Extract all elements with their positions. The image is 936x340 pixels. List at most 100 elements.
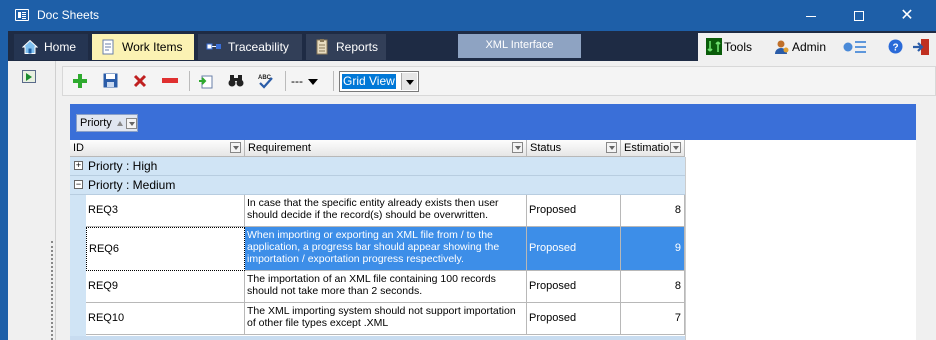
toolbar-separator-2	[285, 71, 286, 91]
group-indent	[70, 195, 86, 340]
column-header-requirement[interactable]: Requirement	[245, 140, 527, 157]
minimize-button[interactable]	[788, 0, 834, 31]
cell-requirement[interactable]: In case that the specific entity already…	[245, 195, 527, 227]
view-select-value: Grid View	[342, 74, 396, 89]
maximize-icon	[854, 11, 864, 22]
cell-id[interactable]: REQ9	[86, 271, 245, 303]
spellcheck-button[interactable]: ABC	[255, 70, 277, 92]
collapse-icon[interactable]: −	[74, 180, 83, 189]
filter-icon[interactable]	[125, 117, 137, 129]
app-icon	[15, 9, 29, 21]
remove-button[interactable]	[159, 70, 181, 92]
close-button[interactable]: ✕	[884, 0, 930, 31]
cell-estimation[interactable]: 9	[621, 227, 685, 271]
column-header-status[interactable]: Status	[527, 140, 621, 157]
spellcheck-icon: ABC	[258, 75, 273, 89]
dropdown-arrow-icon[interactable]	[401, 73, 417, 90]
cell-estimation[interactable]: 7	[621, 303, 685, 335]
tools-icon	[706, 38, 722, 55]
maximize-button[interactable]	[836, 0, 882, 31]
cell-estimation[interactable]: 8	[621, 271, 685, 303]
delete-icon	[133, 74, 147, 88]
cell-estimation[interactable]: 8	[621, 195, 685, 227]
grid-footer-band	[70, 336, 685, 340]
toolbar-separator	[189, 71, 190, 91]
group-by-chip[interactable]: Priorty	[76, 114, 138, 132]
column-header-requirement-label: Requirement	[248, 142, 311, 154]
filter-icon[interactable]	[606, 142, 617, 153]
report-icon	[316, 39, 328, 55]
delete-button[interactable]	[129, 70, 151, 92]
list-settings-icon[interactable]	[843, 40, 867, 54]
group-row-high[interactable]: + Priorty : High	[70, 157, 685, 176]
tab-home[interactable]: Home	[14, 34, 88, 60]
tab-reports[interactable]: Reports	[306, 34, 386, 60]
cell-requirement[interactable]: The XML importing system should not supp…	[245, 303, 527, 335]
binoculars-icon	[228, 75, 244, 87]
view-select[interactable]: Grid View	[339, 71, 419, 92]
content-area: ABC --- Grid View Priorty ID Requirement…	[58, 61, 936, 340]
nav-right-panel: Tools Admin ?	[698, 33, 936, 61]
group-label: Priorty : High	[88, 159, 158, 173]
tab-home-label: Home	[44, 40, 77, 54]
expand-panel-icon[interactable]	[22, 70, 36, 83]
tools-menu[interactable]: Tools	[704, 33, 752, 61]
tab-work-items[interactable]: Work Items	[92, 34, 194, 60]
grid-empty-area	[685, 157, 916, 340]
nav-bar: Home Work Items Traceability Reports XML…	[8, 31, 936, 61]
column-header-status-label: Status	[530, 142, 562, 154]
home-icon	[22, 39, 38, 54]
line-style-dropdown[interactable]: ---	[291, 74, 319, 88]
toolbar: ABC --- Grid View	[62, 66, 936, 96]
help-icon[interactable]: ?	[888, 39, 903, 54]
group-by-panel: Priorty	[70, 104, 916, 140]
export-icon	[199, 75, 213, 89]
group-by-label: Priorty	[80, 117, 112, 129]
column-header-id[interactable]: ID	[70, 140, 245, 157]
cell-id[interactable]: REQ3	[86, 195, 245, 227]
tab-traceability-label: Traceability	[228, 40, 289, 54]
group-label: Priorty : Medium	[88, 178, 176, 192]
find-button[interactable]	[225, 70, 247, 92]
toolbar-separator-3	[333, 71, 334, 91]
tools-label: Tools	[724, 40, 753, 54]
admin-menu[interactable]: Admin	[772, 33, 826, 61]
line-style-label: ---	[291, 74, 303, 88]
group-row-medium[interactable]: − Priorty : Medium	[70, 176, 685, 195]
left-strip	[8, 61, 56, 340]
document-icon	[102, 39, 114, 55]
cell-status[interactable]: Proposed	[527, 195, 621, 227]
filter-icon[interactable]	[230, 142, 241, 153]
tab-reports-label: Reports	[336, 40, 379, 54]
column-header-id-label: ID	[73, 142, 84, 154]
window-title: Doc Sheets	[37, 8, 100, 22]
add-icon	[73, 74, 87, 88]
filter-icon[interactable]	[512, 142, 523, 153]
cell-id[interactable]: REQ6	[86, 227, 245, 271]
cell-status[interactable]: Proposed	[527, 303, 621, 335]
export-button[interactable]	[195, 70, 217, 92]
cell-id[interactable]: REQ10	[86, 303, 245, 335]
filter-icon[interactable]	[670, 142, 681, 153]
cell-requirement[interactable]: When importing or exporting an XML file …	[245, 227, 527, 271]
admin-icon	[775, 40, 789, 54]
tab-traceability[interactable]: Traceability	[198, 34, 302, 60]
cell-requirement[interactable]: The importation of an XML file containin…	[245, 271, 527, 303]
minimize-icon	[806, 15, 816, 17]
cell-status[interactable]: Proposed	[527, 227, 621, 271]
save-icon	[103, 73, 117, 88]
data-grid: ID Requirement Status Estimation + Prior…	[70, 140, 916, 340]
splitter-handle[interactable]	[51, 241, 53, 340]
exit-icon[interactable]	[912, 38, 930, 56]
column-header-estimation[interactable]: Estimation	[621, 140, 685, 157]
save-button[interactable]	[99, 70, 121, 92]
cell-status[interactable]: Proposed	[527, 271, 621, 303]
svg-text:?: ?	[892, 43, 898, 54]
title-bar: Doc Sheets ✕	[0, 0, 936, 31]
add-button[interactable]	[69, 70, 91, 92]
chevron-down-icon	[308, 78, 319, 85]
remove-icon	[162, 78, 178, 83]
main-area: ABC --- Grid View Priorty ID Requirement…	[8, 61, 936, 340]
expand-icon[interactable]: +	[74, 161, 83, 170]
tab-xml-interface[interactable]: XML Interface	[458, 34, 581, 58]
